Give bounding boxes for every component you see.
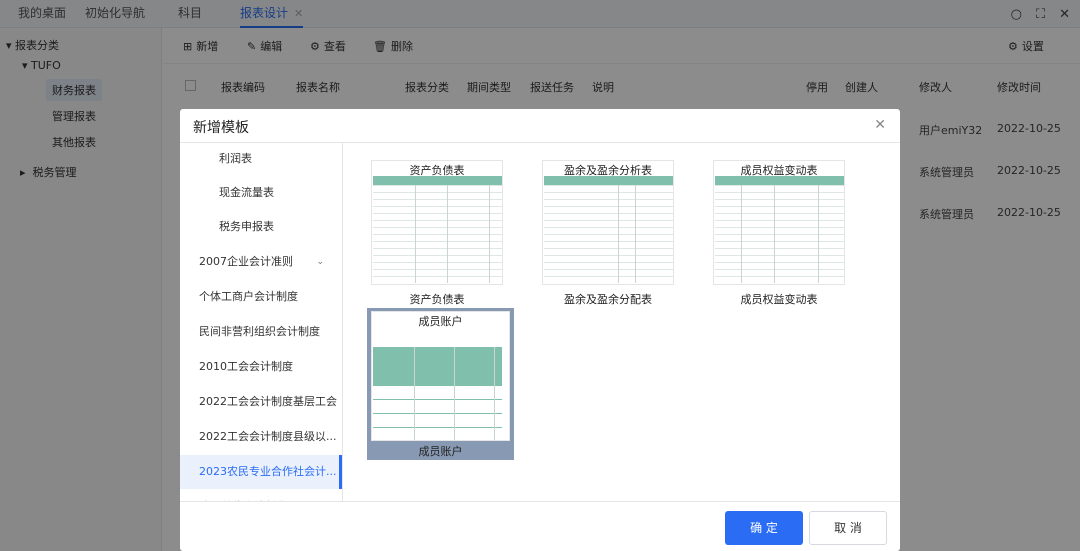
thumbnail-col [447, 185, 448, 283]
template-caption: 盈余及盈余分配表 [564, 293, 652, 306]
category-item[interactable]: 税务申报表 [180, 210, 342, 244]
divider [180, 501, 900, 502]
category-item[interactable]: 民间非营利组织会计制度 [180, 315, 342, 349]
thumbnail-col [618, 185, 619, 283]
thumbnail-grid [715, 185, 844, 283]
thumbnail-col [414, 347, 415, 440]
thumbnail-col [818, 185, 819, 283]
category-item[interactable]: 2022工会会计制度县级以... [180, 420, 342, 454]
thumbnail-header [544, 176, 673, 185]
category-item[interactable]: 2022工会会计制度基层工会 [180, 385, 342, 419]
thumbnail-col [489, 185, 490, 283]
thumbnail-col [635, 185, 636, 283]
template-caption: 成员账户 [418, 445, 463, 458]
thumbnail-grid [373, 385, 502, 440]
thumbnail-header [715, 176, 844, 185]
template-category-list: 利润表 现金流量表 税务申报表 2007企业会计准则 ⌄ 个体工商户会计制度 民间… [180, 143, 343, 501]
thumbnail-header [373, 347, 502, 385]
confirm-button[interactable]: 确 定 [725, 511, 803, 545]
template-thumbnail: 盈余及盈余分析表 [542, 160, 674, 285]
thumbnail-col [494, 347, 495, 440]
close-icon[interactable]: ✕ [874, 117, 886, 133]
thumbnail-col [415, 185, 416, 283]
template-card-selected[interactable]: 成员账户 成员账户 [367, 308, 514, 460]
thumbnail-col [741, 185, 742, 283]
category-item[interactable]: 2010工会会计制度 [180, 350, 342, 384]
category-item[interactable]: 个体工商户会计制度 [180, 280, 342, 314]
template-caption: 资产负债表 [409, 293, 465, 306]
thumbnail-grid [373, 185, 502, 283]
category-item-label: 2007企业会计准则 [199, 255, 293, 268]
category-item[interactable]: 2007企业会计准则 ⌄ [180, 245, 342, 279]
thumbnail-grid [544, 185, 673, 283]
category-item[interactable]: 建设单位会计制度 [180, 490, 342, 501]
thumbnail-header [373, 176, 502, 185]
chevron-down-icon: ⌄ [316, 257, 324, 267]
template-thumbnail: 资产负债表 [371, 160, 503, 285]
template-thumbnail: 成员权益变动表 [713, 160, 845, 285]
thumbnail-col [454, 347, 455, 440]
thumbnail-title: 成员账户 [418, 315, 463, 328]
category-item-active[interactable]: 2023农民专业合作社会计... [180, 455, 342, 489]
thumbnail-col [774, 185, 775, 283]
category-item[interactable]: 现金流量表 [180, 176, 342, 210]
new-template-dialog: 新增模板 ✕ 利润表 现金流量表 税务申报表 2007企业会计准则 ⌄ 个体工商户… [180, 109, 900, 551]
dialog-title: 新增模板 [193, 120, 249, 136]
category-item[interactable]: 利润表 [180, 143, 342, 176]
template-caption: 成员权益变动表 [740, 293, 818, 306]
template-thumbnail: 成员账户 [371, 311, 510, 441]
cancel-button[interactable]: 取 消 [809, 511, 887, 545]
